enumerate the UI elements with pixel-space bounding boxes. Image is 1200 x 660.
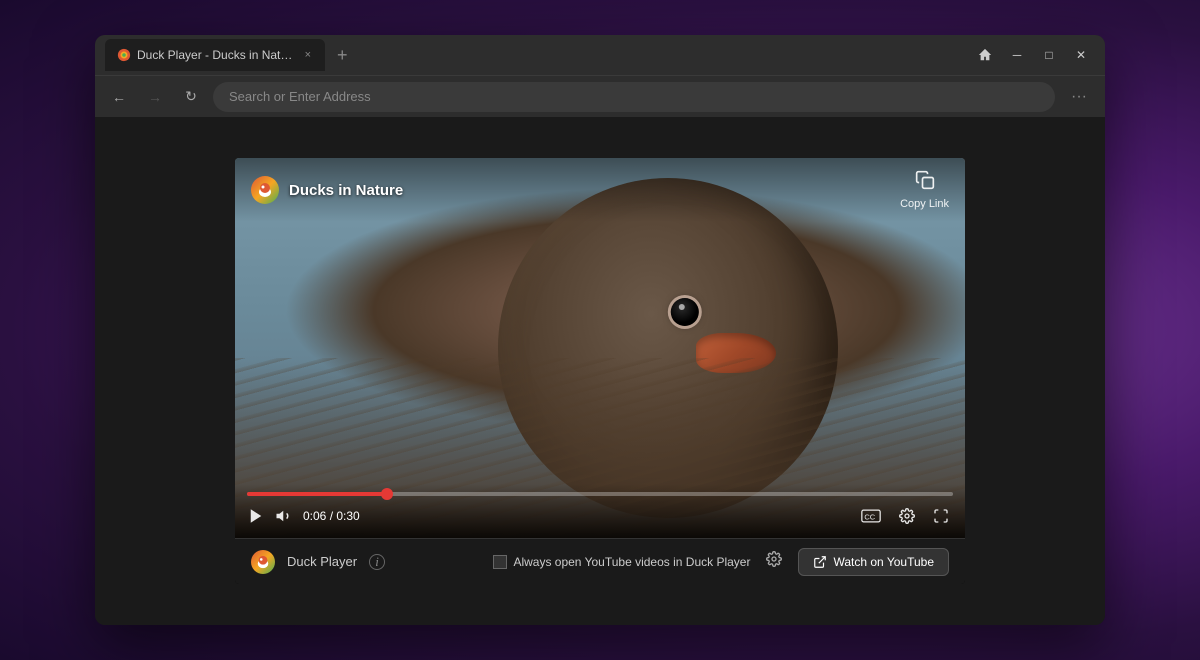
player-bottom-bar: Duck Player i Always open YouTube videos…: [235, 538, 965, 584]
cc-button[interactable]: CC: [857, 505, 885, 527]
video-title-area: Ducks in Nature: [251, 176, 403, 204]
copy-icon: [915, 170, 935, 196]
duck-player: Ducks in Nature Copy Link: [235, 158, 965, 584]
back-button[interactable]: ←: [105, 83, 133, 111]
reload-button[interactable]: ↻: [177, 83, 205, 111]
time-display: 0:06 / 0:30: [303, 509, 360, 523]
active-tab[interactable]: Duck Player - Ducks in Nature... ×: [105, 39, 325, 71]
controls-row: 0:06 / 0:30 CC: [247, 504, 953, 528]
title-bar: Duck Player - Ducks in Nature... × + ─ □…: [95, 35, 1105, 75]
duck-player-label: Duck Player: [287, 554, 357, 569]
checkbox-text: Always open YouTube videos in Duck Playe…: [513, 555, 750, 569]
home-button[interactable]: [971, 41, 999, 69]
close-button[interactable]: ✕: [1067, 41, 1095, 69]
content-area: Ducks in Nature Copy Link: [95, 117, 1105, 625]
copy-link-button[interactable]: Copy Link: [900, 170, 949, 210]
svg-text:CC: CC: [864, 512, 875, 521]
time-total: 0:30: [336, 509, 359, 523]
settings-video-button[interactable]: [895, 504, 919, 528]
window-controls: ─ □ ✕: [971, 41, 1095, 69]
new-tab-button[interactable]: +: [329, 41, 356, 70]
tab-close-button[interactable]: ×: [303, 47, 313, 63]
info-button[interactable]: i: [369, 554, 385, 570]
fullscreen-button[interactable]: [929, 504, 953, 528]
player-settings-button[interactable]: [762, 547, 786, 576]
progress-fill: [247, 492, 388, 496]
copy-link-label: Copy Link: [900, 198, 949, 210]
video-header: Ducks in Nature Copy Link: [235, 158, 965, 222]
ddg-logo-video: [251, 176, 279, 204]
always-open-checkbox[interactable]: [493, 555, 507, 569]
watch-on-youtube-button[interactable]: Watch on YouTube: [798, 548, 949, 576]
play-button[interactable]: [247, 507, 265, 525]
maximize-button[interactable]: □: [1035, 41, 1063, 69]
volume-button[interactable]: [275, 507, 293, 525]
browser-window: Duck Player - Ducks in Nature... × + ─ □…: [95, 35, 1105, 625]
minimize-button[interactable]: ─: [1003, 41, 1031, 69]
address-bar[interactable]: Search or Enter Address: [213, 82, 1055, 112]
nav-bar: ← → ↻ Search or Enter Address ···: [95, 75, 1105, 117]
browser-menu-button[interactable]: ···: [1063, 84, 1095, 110]
progress-bar[interactable]: [247, 492, 953, 496]
watch-on-youtube-label: Watch on YouTube: [833, 555, 934, 569]
video-controls: 0:06 / 0:30 CC: [235, 484, 965, 538]
external-link-icon: [813, 555, 827, 569]
video-title: Ducks in Nature: [289, 182, 403, 199]
ddg-logo-bottom: [251, 550, 275, 574]
always-open-checkbox-label[interactable]: Always open YouTube videos in Duck Playe…: [493, 555, 750, 569]
time-current: 0:06: [303, 509, 326, 523]
tab-area: Duck Player - Ducks in Nature... × +: [105, 39, 963, 71]
tab-favicon: [117, 48, 131, 62]
video-area[interactable]: Ducks in Nature Copy Link: [235, 158, 965, 538]
forward-button: →: [141, 83, 169, 111]
address-placeholder: Search or Enter Address: [229, 89, 371, 104]
tab-title: Duck Player - Ducks in Nature...: [137, 48, 297, 62]
duck-eye: [671, 298, 699, 326]
